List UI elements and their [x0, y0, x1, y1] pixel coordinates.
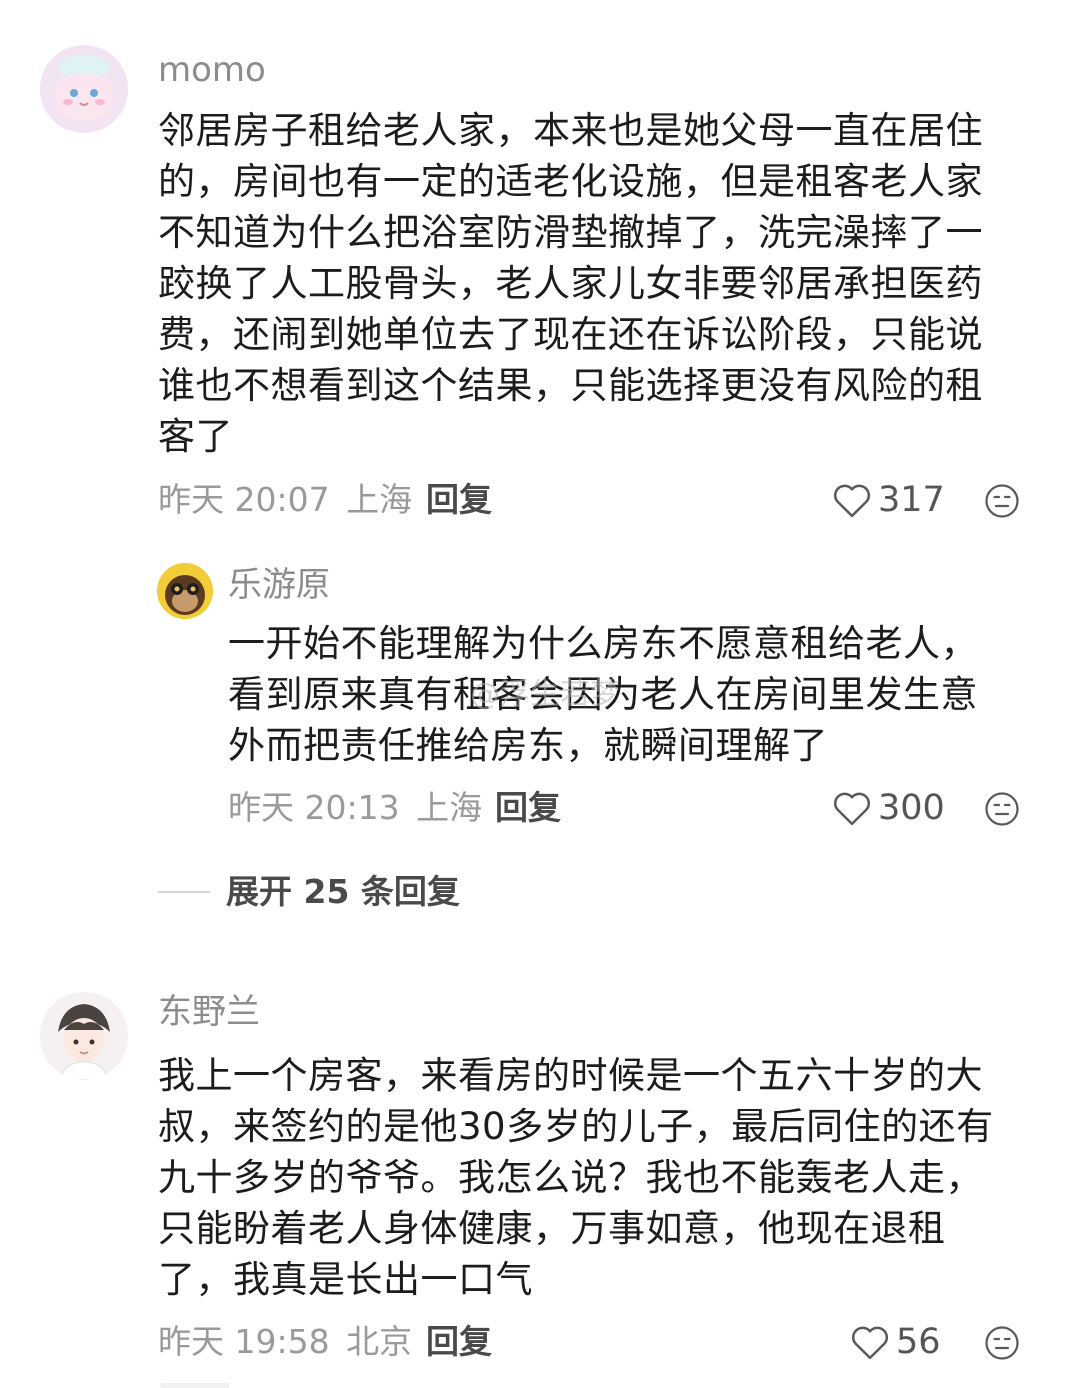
expand-replies-label: 展开 25 条回复 — [226, 872, 460, 911]
username[interactable]: 乐游原 — [228, 565, 330, 605]
reply-meta: 昨天 20:13 上海 — [228, 788, 482, 828]
neutral-face-icon[interactable] — [984, 791, 1020, 827]
timestamp: 昨天 20:13 — [228, 788, 400, 827]
timestamp: 昨天 19:58 — [158, 1322, 330, 1361]
reply-text: 一开始不能理解为什么房东不愿意租给老人， 看到原来真有租客会因为老人在房间里发生… — [228, 622, 978, 767]
heart-outline-icon — [833, 484, 871, 518]
like-count: 56 — [896, 1322, 941, 1362]
username[interactable]: 东野兰 — [158, 992, 260, 1032]
location: 上海 — [346, 480, 413, 519]
location: 上海 — [416, 788, 483, 827]
reply-button[interactable]: 回复 — [426, 480, 492, 520]
like-count: 300 — [878, 788, 945, 828]
comment-meta: 昨天 20:07 上海 — [158, 480, 412, 520]
reply-button[interactable]: 回复 — [495, 788, 561, 828]
like-button[interactable]: 317 — [832, 480, 945, 520]
comment-meta: 昨天 19:58 北京 — [158, 1322, 412, 1362]
neutral-face-icon[interactable] — [984, 1325, 1020, 1361]
username[interactable]: momo — [158, 50, 266, 90]
timestamp: 昨天 20:07 — [158, 480, 330, 519]
heart-outline-icon — [833, 792, 871, 826]
avatar[interactable] — [40, 45, 128, 133]
divider — [158, 891, 210, 893]
neutral-face-icon[interactable] — [984, 483, 1020, 519]
comment-text: 邻居房子租给老人家，本来也是她父母一直在居住 的，房间也有一定的适老化设施，但是… — [158, 109, 983, 458]
scroll-edge — [160, 1383, 230, 1388]
expand-replies-button[interactable]: 展开 25 条回复 — [158, 872, 460, 912]
like-button[interactable]: 300 — [832, 788, 945, 828]
location: 北京 — [346, 1322, 413, 1361]
like-count: 317 — [878, 480, 945, 520]
avatar[interactable] — [40, 992, 128, 1080]
heart-outline-icon — [851, 1326, 889, 1360]
avatar[interactable] — [157, 563, 213, 619]
like-button[interactable]: 56 — [850, 1322, 941, 1362]
reply-button[interactable]: 回复 — [426, 1322, 492, 1362]
comment-text: 我上一个房客，来看房的时候是一个五六十岁的大 叔，来签约的是他30多岁的儿子，最… — [158, 1054, 994, 1301]
